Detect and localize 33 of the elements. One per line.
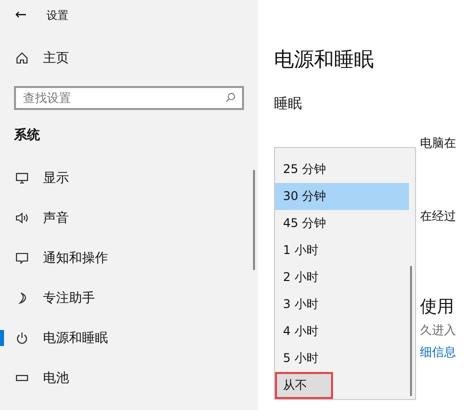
sound-icon xyxy=(15,211,29,225)
back-button[interactable]: ← xyxy=(15,7,27,23)
dropdown-option[interactable]: 2 小时 xyxy=(275,264,409,291)
dropdown-option[interactable]: 45 分钟 xyxy=(275,210,409,237)
dropdown-option[interactable]: 4 小时 xyxy=(275,318,409,345)
sidebar-item[interactable]: 声音 xyxy=(0,198,258,238)
setting-description: 电脑在 xyxy=(420,135,457,152)
power-icon xyxy=(15,331,29,345)
dropdown-option[interactable]: 25 分钟 xyxy=(275,156,409,183)
section-heading: 睡眠 xyxy=(274,95,303,113)
dropdown-option[interactable]: 3 小时 xyxy=(275,291,409,318)
dropdown-option[interactable]: 从不 xyxy=(275,372,333,399)
section-heading: 系统 xyxy=(13,126,41,145)
dropdown-option[interactable]: 5 小时 xyxy=(275,345,409,372)
sidebar-item[interactable]: 电池 xyxy=(0,358,258,398)
display-icon xyxy=(15,171,29,185)
window-title: 设置 xyxy=(46,8,69,22)
section-heading: 使用 xyxy=(420,296,455,318)
dropdown-option[interactable]: 1 小时 xyxy=(275,237,409,264)
sidebar-item[interactable]: 专注助手 xyxy=(0,278,258,318)
home-icon xyxy=(15,51,29,65)
details-link[interactable]: 细信息 xyxy=(420,344,465,361)
page-title: 电源和睡眠 xyxy=(274,46,375,73)
search-field[interactable]: 查找设置 xyxy=(14,86,244,110)
setting-description: 久进入 xyxy=(420,322,457,339)
sidebar-item[interactable]: 电源和睡眠 xyxy=(0,318,258,358)
search-icon xyxy=(225,92,236,103)
dropdown-option[interactable]: 30 分钟 xyxy=(275,183,409,210)
notification-icon xyxy=(15,251,29,265)
setting-description: 在经过 xyxy=(420,208,457,225)
sidebar-item[interactable]: 显示 xyxy=(0,158,258,198)
sidebar-item[interactable]: 通知和操作 xyxy=(0,238,258,278)
home-item[interactable]: 主页 xyxy=(0,40,258,76)
